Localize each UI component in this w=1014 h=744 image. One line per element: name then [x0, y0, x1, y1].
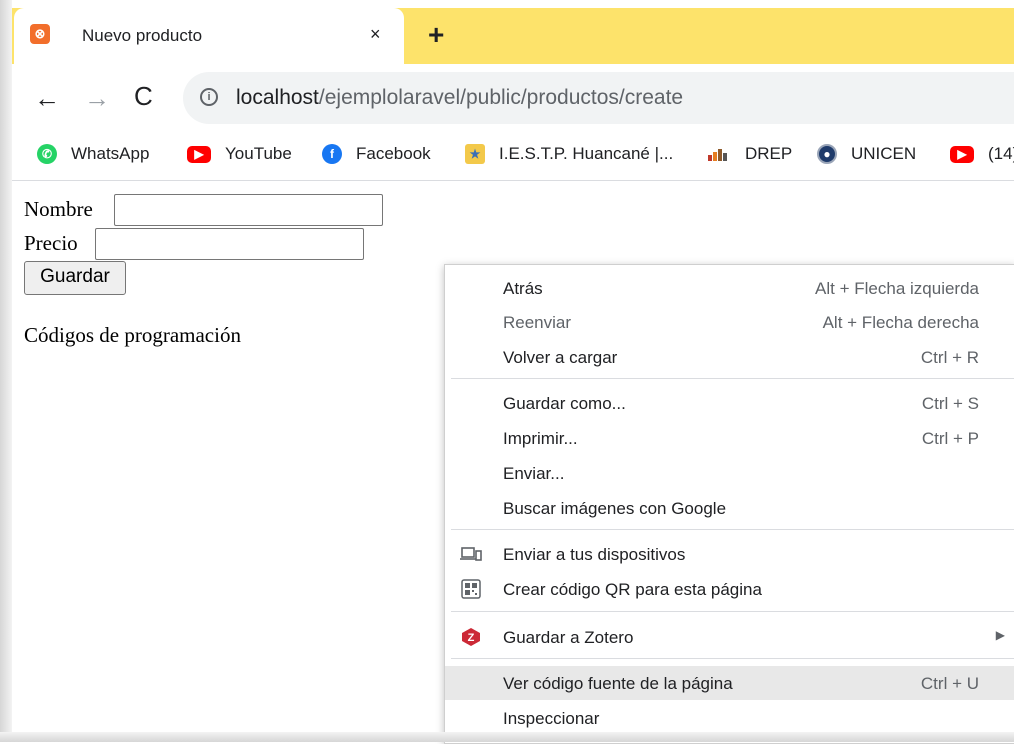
menu-item-label: Guardar como...	[503, 394, 626, 413]
menu-item-shortcut: Alt + Flecha izquierda	[815, 279, 979, 298]
menu-separator	[451, 658, 1014, 659]
tab-nuevo-producto[interactable]	[14, 8, 404, 64]
menu-item-label: Imprimir...	[503, 429, 578, 448]
menu-item-label: Guardar a Zotero	[503, 628, 634, 647]
bookmark-label: I.E.S.T.P. Huancané |...	[499, 144, 674, 163]
menu-item-ver-codigo-fuente[interactable]: Ver código fuente de la página Ctrl + U	[445, 666, 1014, 700]
bookmark-youtube[interactable]: ▶ YouTube	[187, 142, 292, 166]
school-icon: ★	[465, 144, 485, 164]
tab-title: Nuevo producto	[82, 26, 203, 45]
menu-item-volver-a-cargar[interactable]: Volver a cargar Ctrl + R	[445, 340, 1014, 374]
menu-item-guardar-zotero[interactable]: Z Guardar a Zotero ▶	[445, 620, 1014, 654]
menu-item-imprimir[interactable]: Imprimir... Ctrl + P	[445, 421, 1014, 455]
menu-separator	[451, 378, 1014, 379]
menu-separator	[451, 611, 1014, 612]
bookmark-label: WhatsApp	[71, 144, 150, 163]
guardar-button[interactable]: Guardar	[24, 261, 126, 295]
zotero-icon: Z	[459, 626, 483, 648]
menu-item-enviar-dispositivos[interactable]: Enviar a tus dispositivos	[445, 537, 1014, 571]
back-button[interactable]: ←	[34, 83, 60, 114]
menu-separator	[451, 529, 1014, 530]
whatsapp-icon: ✆	[37, 144, 57, 164]
menu-item-atras[interactable]: Atrás Alt + Flecha izquierda	[445, 271, 1014, 305]
svg-text:Z: Z	[468, 632, 475, 644]
facebook-icon: f	[322, 144, 342, 164]
devices-icon	[459, 543, 483, 565]
menu-item-inspeccionar[interactable]: Inspeccionar	[445, 701, 1014, 735]
tab-close-icon[interactable]: ×	[370, 24, 381, 45]
menu-item-shortcut: Ctrl + P	[921, 429, 979, 448]
menu-item-label: Inspeccionar	[503, 709, 600, 728]
menu-item-label: Reenviar	[503, 313, 572, 332]
submenu-arrow-icon: ▶	[995, 628, 1005, 642]
url-path: /ejemplolaravel/public/productos/create	[318, 86, 684, 109]
bookmark-label: DREP	[745, 144, 793, 163]
bookmark-label: (14)	[988, 144, 1014, 163]
bookmark-facebook[interactable]: f Facebook	[322, 142, 431, 166]
menu-item-label: Ver código fuente de la página	[503, 674, 733, 693]
url-text[interactable]: localhost/ejemplolaravel/public/producto…	[236, 86, 683, 110]
menu-item-shortcut: Ctrl + S	[921, 394, 979, 413]
nombre-input[interactable]	[114, 194, 383, 226]
url-host: localhost	[236, 86, 319, 109]
bookmark-label: YouTube	[225, 144, 292, 163]
window-shadow-left	[0, 0, 12, 742]
menu-item-enviar[interactable]: Enviar...	[445, 456, 1014, 490]
bookmark-whatsapp[interactable]: ✆ WhatsApp	[37, 142, 149, 166]
menu-item-label: Crear código QR para esta página	[503, 580, 762, 599]
forward-button[interactable]: →	[84, 83, 110, 114]
bookmark-label: UNICEN	[851, 144, 917, 163]
bookmark-iestp-huancane[interactable]: ★ I.E.S.T.P. Huancané |...	[465, 142, 673, 166]
nombre-label: Nombre	[24, 197, 93, 221]
unicen-icon: ●	[817, 144, 837, 164]
qr-code-icon	[459, 578, 483, 600]
bookmark-label: Facebook	[356, 144, 431, 163]
menu-item-shortcut: Alt + Flecha derecha	[822, 313, 979, 332]
bookmark-youtube-14[interactable]: ▶ (14)	[950, 142, 1014, 166]
youtube-icon: ▶	[950, 145, 974, 163]
codigos-text: Códigos de programación	[24, 323, 241, 347]
bookmark-drep[interactable]: DREP	[707, 142, 792, 166]
reload-button[interactable]: C	[134, 81, 153, 112]
menu-item-guardar-como[interactable]: Guardar como... Ctrl + S	[445, 386, 1014, 420]
site-info-icon[interactable]: i	[200, 88, 218, 106]
menu-item-reenviar[interactable]: Reenviar Alt + Flecha derecha	[445, 305, 1014, 339]
menu-item-crear-qr[interactable]: Crear código QR para esta página	[445, 572, 1014, 606]
precio-input[interactable]	[95, 228, 364, 260]
menu-item-label: Volver a cargar	[503, 348, 618, 367]
bookmark-unicen[interactable]: ● UNICEN	[817, 142, 916, 166]
window-shadow-bottom	[0, 732, 1014, 742]
menu-item-label: Atrás	[503, 279, 543, 298]
menu-item-label: Enviar a tus dispositivos	[503, 545, 686, 564]
xampp-favicon-icon: ⊗	[30, 24, 50, 44]
youtube-icon: ▶	[187, 145, 211, 163]
menu-item-shortcut: Ctrl + R	[920, 348, 979, 367]
menu-item-shortcut: Ctrl + U	[920, 674, 979, 693]
context-menu: Atrás Alt + Flecha izquierda Reenviar Al…	[444, 264, 1014, 744]
drep-icon	[707, 144, 731, 164]
menu-item-label: Buscar imágenes con Google	[503, 499, 727, 518]
precio-label: Precio	[24, 231, 78, 255]
menu-item-buscar-imagenes[interactable]: Buscar imágenes con Google	[445, 491, 1014, 525]
menu-item-label: Enviar...	[503, 464, 565, 483]
new-tab-button[interactable]: +	[428, 19, 444, 51]
